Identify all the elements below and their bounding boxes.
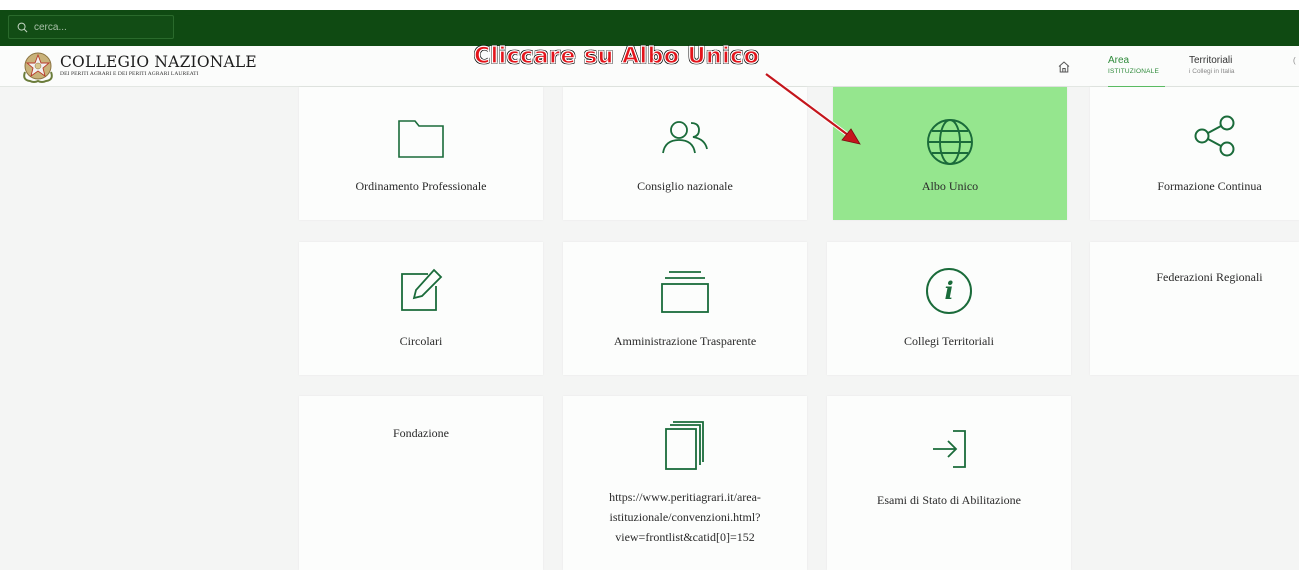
top-bar	[0, 10, 1299, 46]
nav-area-subtitle: ISTITUZIONALE	[1108, 68, 1159, 75]
card-label: Amministrazione Trasparente	[613, 334, 757, 348]
nav-territoriali-subtitle: i Collegi in Italia	[1189, 68, 1235, 75]
search-input[interactable]	[32, 20, 166, 34]
brand-subtitle: DEI PERITI AGRARI E DEI PERITI AGRARI LA…	[60, 71, 199, 77]
card-label: Ordinamento Professionale	[355, 179, 487, 193]
annotation-text: Cliccare su Albo Unico	[473, 43, 760, 69]
svg-text:i: i	[944, 276, 953, 305]
globe-icon	[927, 119, 973, 165]
home-icon[interactable]	[1057, 60, 1071, 74]
card-collegi-territoriali[interactable]: i Collegi Territoriali	[827, 242, 1071, 375]
card-fondazione[interactable]: Fondazione	[299, 396, 543, 570]
annotation-arrow	[764, 72, 861, 145]
card-esami-di-stato[interactable]: Esami di Stato di Abilitazione	[827, 396, 1071, 570]
nav-more[interactable]: (	[1293, 56, 1296, 65]
nav-area-istituzionale[interactable]: Area ISTITUZIONALE	[1108, 55, 1165, 88]
card-circolari[interactable]: Circolari	[299, 242, 543, 375]
card-federazioni-regionali[interactable]: Federazioni Regionali	[1090, 242, 1299, 375]
brand-title[interactable]: COLLEGIO NAZIONALE	[60, 53, 257, 71]
info-icon: i	[926, 268, 972, 314]
search-icon	[17, 22, 28, 32]
card-amministrazione-trasparente[interactable]: Amministrazione Trasparente	[563, 242, 807, 375]
search-box[interactable]	[8, 15, 174, 39]
copy-icon	[665, 421, 704, 470]
card-formazione-continua[interactable]: Formazione Continua	[1090, 87, 1299, 220]
card-label: Collegi Territoriali	[904, 334, 994, 348]
emblem-logo[interactable]	[20, 50, 56, 84]
card-convenzioni[interactable]: https://www.peritiagrari.it/area- istitu…	[563, 396, 807, 570]
card-label-line-2: istituzionale/convenzioni.html?	[609, 510, 761, 524]
edit-icon	[401, 268, 443, 311]
card-label: Federazioni Regionali	[1156, 270, 1263, 284]
nav-territoriali-title: Territoriali	[1189, 55, 1233, 66]
share-icon	[1194, 115, 1235, 157]
card-label-line-1: https://www.peritiagrari.it/area-	[609, 490, 761, 504]
card-label: Circolari	[399, 334, 443, 348]
login-icon	[933, 430, 966, 468]
users-icon	[662, 121, 708, 154]
card-label: Esami di Stato di Abilitazione	[877, 493, 1021, 507]
card-ordinamento-professionale[interactable]: Ordinamento Professionale	[299, 87, 543, 220]
card-label: Fondazione	[393, 426, 449, 440]
main-content: Ordinamento Professionale Consiglio nazi…	[0, 87, 1299, 570]
card-label: Consiglio nazionale	[637, 179, 733, 193]
card-label: Albo Unico	[921, 179, 979, 193]
card-label-line-3: view=frontlist&catid[0]=152	[615, 530, 755, 544]
nav-area-title: Area	[1108, 55, 1130, 66]
card-label: Formazione Continua	[1157, 179, 1262, 193]
nav-territoriali[interactable]: Territoriali i Collegi in Italia	[1189, 55, 1235, 75]
archive-icon	[661, 271, 709, 313]
folder-icon	[398, 120, 444, 158]
